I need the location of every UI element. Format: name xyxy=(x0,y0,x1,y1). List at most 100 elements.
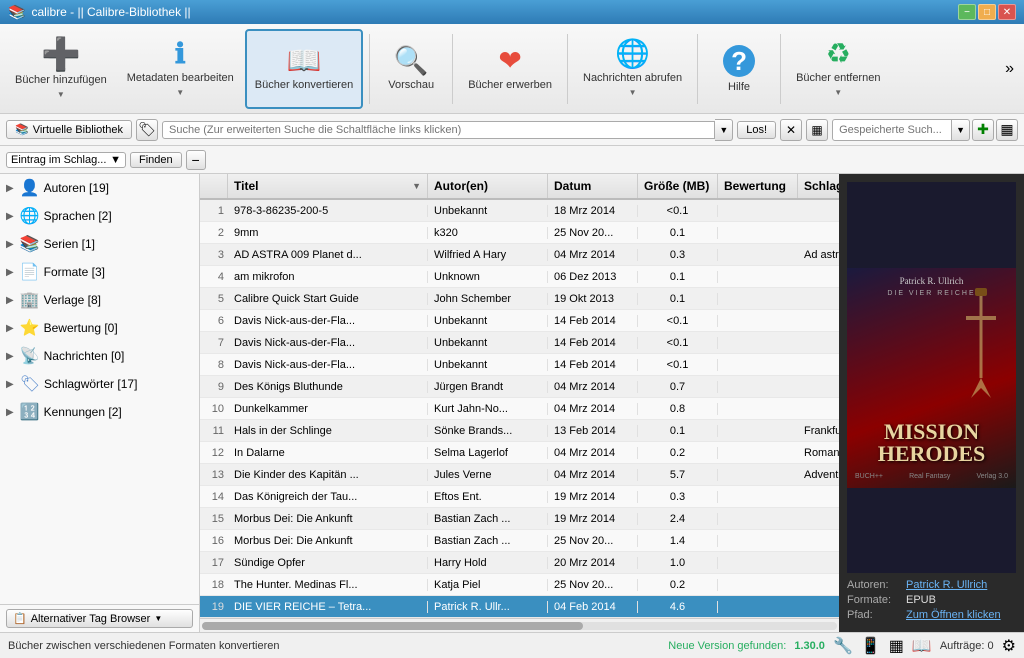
book-icon[interactable]: 📖 xyxy=(912,636,932,656)
formats-icon: 📄 xyxy=(20,262,40,282)
table-row[interactable]: 2 9mm k320 25 Nov 20... 0.1 xyxy=(200,222,839,244)
horizontal-scrollbar[interactable] xyxy=(200,618,839,632)
sidebar-item-authors[interactable]: ▶ 👤 Autoren [19] xyxy=(0,174,199,202)
sidebar-item-series[interactable]: ▶ 📚 Serien [1] xyxy=(0,230,199,258)
cell-size: 0.2 xyxy=(638,447,718,459)
cell-author: Bastian Zach ... xyxy=(428,513,548,525)
add-books-button[interactable]: ➕ Bücher hinzufügen ▼ xyxy=(6,29,116,109)
sidebar-item-news[interactable]: ▶ 📡 Nachrichten [0] xyxy=(0,342,199,370)
search-input[interactable] xyxy=(162,121,715,139)
table-row[interactable]: 11 Hals in der Schlinge Sönke Brands... … xyxy=(200,420,839,442)
table-row[interactable]: 8 Davis Nick-aus-der-Fla... Unbekannt 14… xyxy=(200,354,839,376)
cell-author: k320 xyxy=(428,227,548,239)
table-row[interactable]: 6 Davis Nick-aus-der-Fla... Unbekannt 14… xyxy=(200,310,839,332)
heart-icon: ❤ xyxy=(498,47,521,75)
version-link[interactable]: 1.30.0 xyxy=(794,640,825,652)
cover-path-row: Pfad: Zum Öffnen klicken xyxy=(847,609,1016,621)
cover-path-link[interactable]: Zum Öffnen klicken xyxy=(906,609,1001,621)
sidebar-item-tags[interactable]: ▶ 🏷 Schlagwörter [17] xyxy=(0,370,199,398)
row-num: 12 xyxy=(200,447,228,459)
cell-author: Unbekannt xyxy=(428,359,548,371)
sidebar-item-ids[interactable]: ▶ 🔢 Kennungen [2] xyxy=(0,398,199,426)
virtual-library-button[interactable]: 📚 Virtuelle Bibliothek xyxy=(6,120,132,139)
help-button[interactable]: ? Hilfe xyxy=(704,29,774,109)
row-num: 13 xyxy=(200,469,228,481)
sidebar-item-languages[interactable]: ▶ 🌐 Sprachen [2] xyxy=(0,202,199,230)
cell-date: 25 Nov 20... xyxy=(548,535,638,547)
cell-author: Unbekannt xyxy=(428,205,548,217)
table-row[interactable]: 10 Dunkelkammer Kurt Jahn-No... 04 Mrz 2… xyxy=(200,398,839,420)
alt-tag-browser-button[interactable]: 📋 Alternativer Tag Browser ▼ xyxy=(6,609,193,628)
ids-expand-icon: ▶ xyxy=(6,407,14,418)
metadata-button[interactable]: ℹ Metadaten bearbeiten ▼ xyxy=(118,29,243,109)
cell-tags: Ad astra, Fantasti... xyxy=(798,249,839,261)
cell-date: 06 Dez 2013 xyxy=(548,271,638,283)
sidebar-item-publishers[interactable]: ▶ 🏢 Verlage [8] xyxy=(0,286,199,314)
table-row[interactable]: 4 am mikrofon Unknown 06 Dez 2013 0.1 xyxy=(200,266,839,288)
maximize-button[interactable]: □ xyxy=(978,4,996,20)
news-button[interactable]: 🌐 Nachrichten abrufen ▼ xyxy=(574,29,691,109)
table-row[interactable]: 19 DIE VIER REICHE – Tetra... Patrick R.… xyxy=(200,596,839,618)
save-search-button[interactable]: ✚ xyxy=(972,119,994,141)
table-row[interactable]: 3 AD ASTRA 009 Planet d... Wilfried A Ha… xyxy=(200,244,839,266)
manage-search-button[interactable]: ▦ xyxy=(996,119,1018,141)
more-button[interactable]: » xyxy=(1001,56,1018,82)
saved-search-arrow[interactable]: ▼ xyxy=(952,119,970,141)
search-dropdown-arrow[interactable]: ▼ xyxy=(715,119,733,141)
cell-title: In Dalarne xyxy=(228,447,428,459)
convert-button[interactable]: 📖 Bücher konvertieren xyxy=(245,29,363,109)
searchbar: 📚 Virtuelle Bibliothek 🏷 ▼ Los! ✕ ▦ ▼ ✚ … xyxy=(0,114,1024,146)
filter-button[interactable]: ▦ xyxy=(806,119,828,141)
clear-search-button[interactable]: ✕ xyxy=(780,119,802,141)
col-author-header[interactable]: Autor(en) xyxy=(428,174,548,198)
tag-input[interactable]: Eintrag im Schlag... ▼ xyxy=(6,152,126,168)
sidebar-item-formats[interactable]: ▶ 📄 Formate [3] xyxy=(0,258,199,286)
table-row[interactable]: 9 Des Königs Bluthunde Jürgen Brandt 04 … xyxy=(200,376,839,398)
col-title-label: Titel xyxy=(234,179,258,193)
table-row[interactable]: 7 Davis Nick-aus-der-Fla... Unbekannt 14… xyxy=(200,332,839,354)
buy-button[interactable]: ❤ Bücher erwerben xyxy=(459,29,561,109)
table-row[interactable]: 18 The Hunter. Medinas Fl... Katja Piel … xyxy=(200,574,839,596)
cell-size: 0.2 xyxy=(638,579,718,591)
find-button[interactable]: Finden xyxy=(130,152,182,168)
col-rating-header[interactable]: Bewertung xyxy=(718,174,798,198)
cell-author: Unknown xyxy=(428,271,548,283)
close-button[interactable]: ✕ xyxy=(998,4,1016,20)
toolbar-separator-2 xyxy=(452,34,453,104)
minimize-button[interactable]: − xyxy=(958,4,976,20)
table-row[interactable]: 16 Morbus Dei: Die Ankunft Bastian Zach … xyxy=(200,530,839,552)
table-row[interactable]: 17 Sündige Opfer Harry Hold 20 Mrz 2014 … xyxy=(200,552,839,574)
saved-search-input[interactable] xyxy=(832,119,952,141)
cell-author: Jürgen Brandt xyxy=(428,381,548,393)
cell-date: 14 Feb 2014 xyxy=(548,315,638,327)
table-row[interactable]: 14 Das Königreich der Tau... Eftos Ent. … xyxy=(200,486,839,508)
cover-formats-row: Formate: EPUB xyxy=(847,594,1016,606)
col-title-header[interactable]: Titel ▼ xyxy=(228,174,428,198)
grid-icon[interactable]: ▦ xyxy=(889,636,904,656)
table-row[interactable]: 15 Morbus Dei: Die Ankunft Bastian Zach … xyxy=(200,508,839,530)
search-submit-button[interactable]: Los! xyxy=(737,121,776,139)
col-date-header[interactable]: Datum xyxy=(548,174,638,198)
cover-author-link[interactable]: Patrick R. Ullrich xyxy=(906,579,987,591)
col-tags-header[interactable]: Schlagwörter xyxy=(798,174,839,198)
row-num: 6 xyxy=(200,315,228,327)
ratings-expand-icon: ▶ xyxy=(6,323,14,334)
ids-icon: 🔢 xyxy=(20,402,40,422)
table-row[interactable]: 5 Calibre Quick Start Guide John Schembe… xyxy=(200,288,839,310)
remove-button[interactable]: ♻ Bücher entfernen ▼ xyxy=(787,29,889,109)
col-size-header[interactable]: Größe (MB) xyxy=(638,174,718,198)
update-icon[interactable]: 🔧 xyxy=(833,636,853,656)
tag-browser-button[interactable]: 🏷 xyxy=(136,119,158,141)
view-button[interactable]: 🔍 Vorschau xyxy=(376,29,446,109)
device-icon[interactable]: 📱 xyxy=(861,636,881,656)
col-num-header xyxy=(200,174,228,198)
table-row[interactable]: 1 978-3-86235-200-5 Unbekannt 18 Mrz 201… xyxy=(200,200,839,222)
booklist: Titel ▼ Autor(en) Datum Größe (MB) Bewer… xyxy=(200,174,839,632)
sidebar-item-ratings[interactable]: ▶ ⭐ Bewertung [0] xyxy=(0,314,199,342)
table-row[interactable]: 13 Die Kinder des Kapitän ... Jules Vern… xyxy=(200,464,839,486)
spinner-icon: ⚙ xyxy=(1002,636,1016,656)
table-row[interactable]: 12 In Dalarne Selma Lagerlof 04 Mrz 2014… xyxy=(200,442,839,464)
remove-tag-button[interactable]: − xyxy=(186,150,206,170)
row-num: 8 xyxy=(200,359,228,371)
add-icon: ➕ xyxy=(41,38,81,70)
